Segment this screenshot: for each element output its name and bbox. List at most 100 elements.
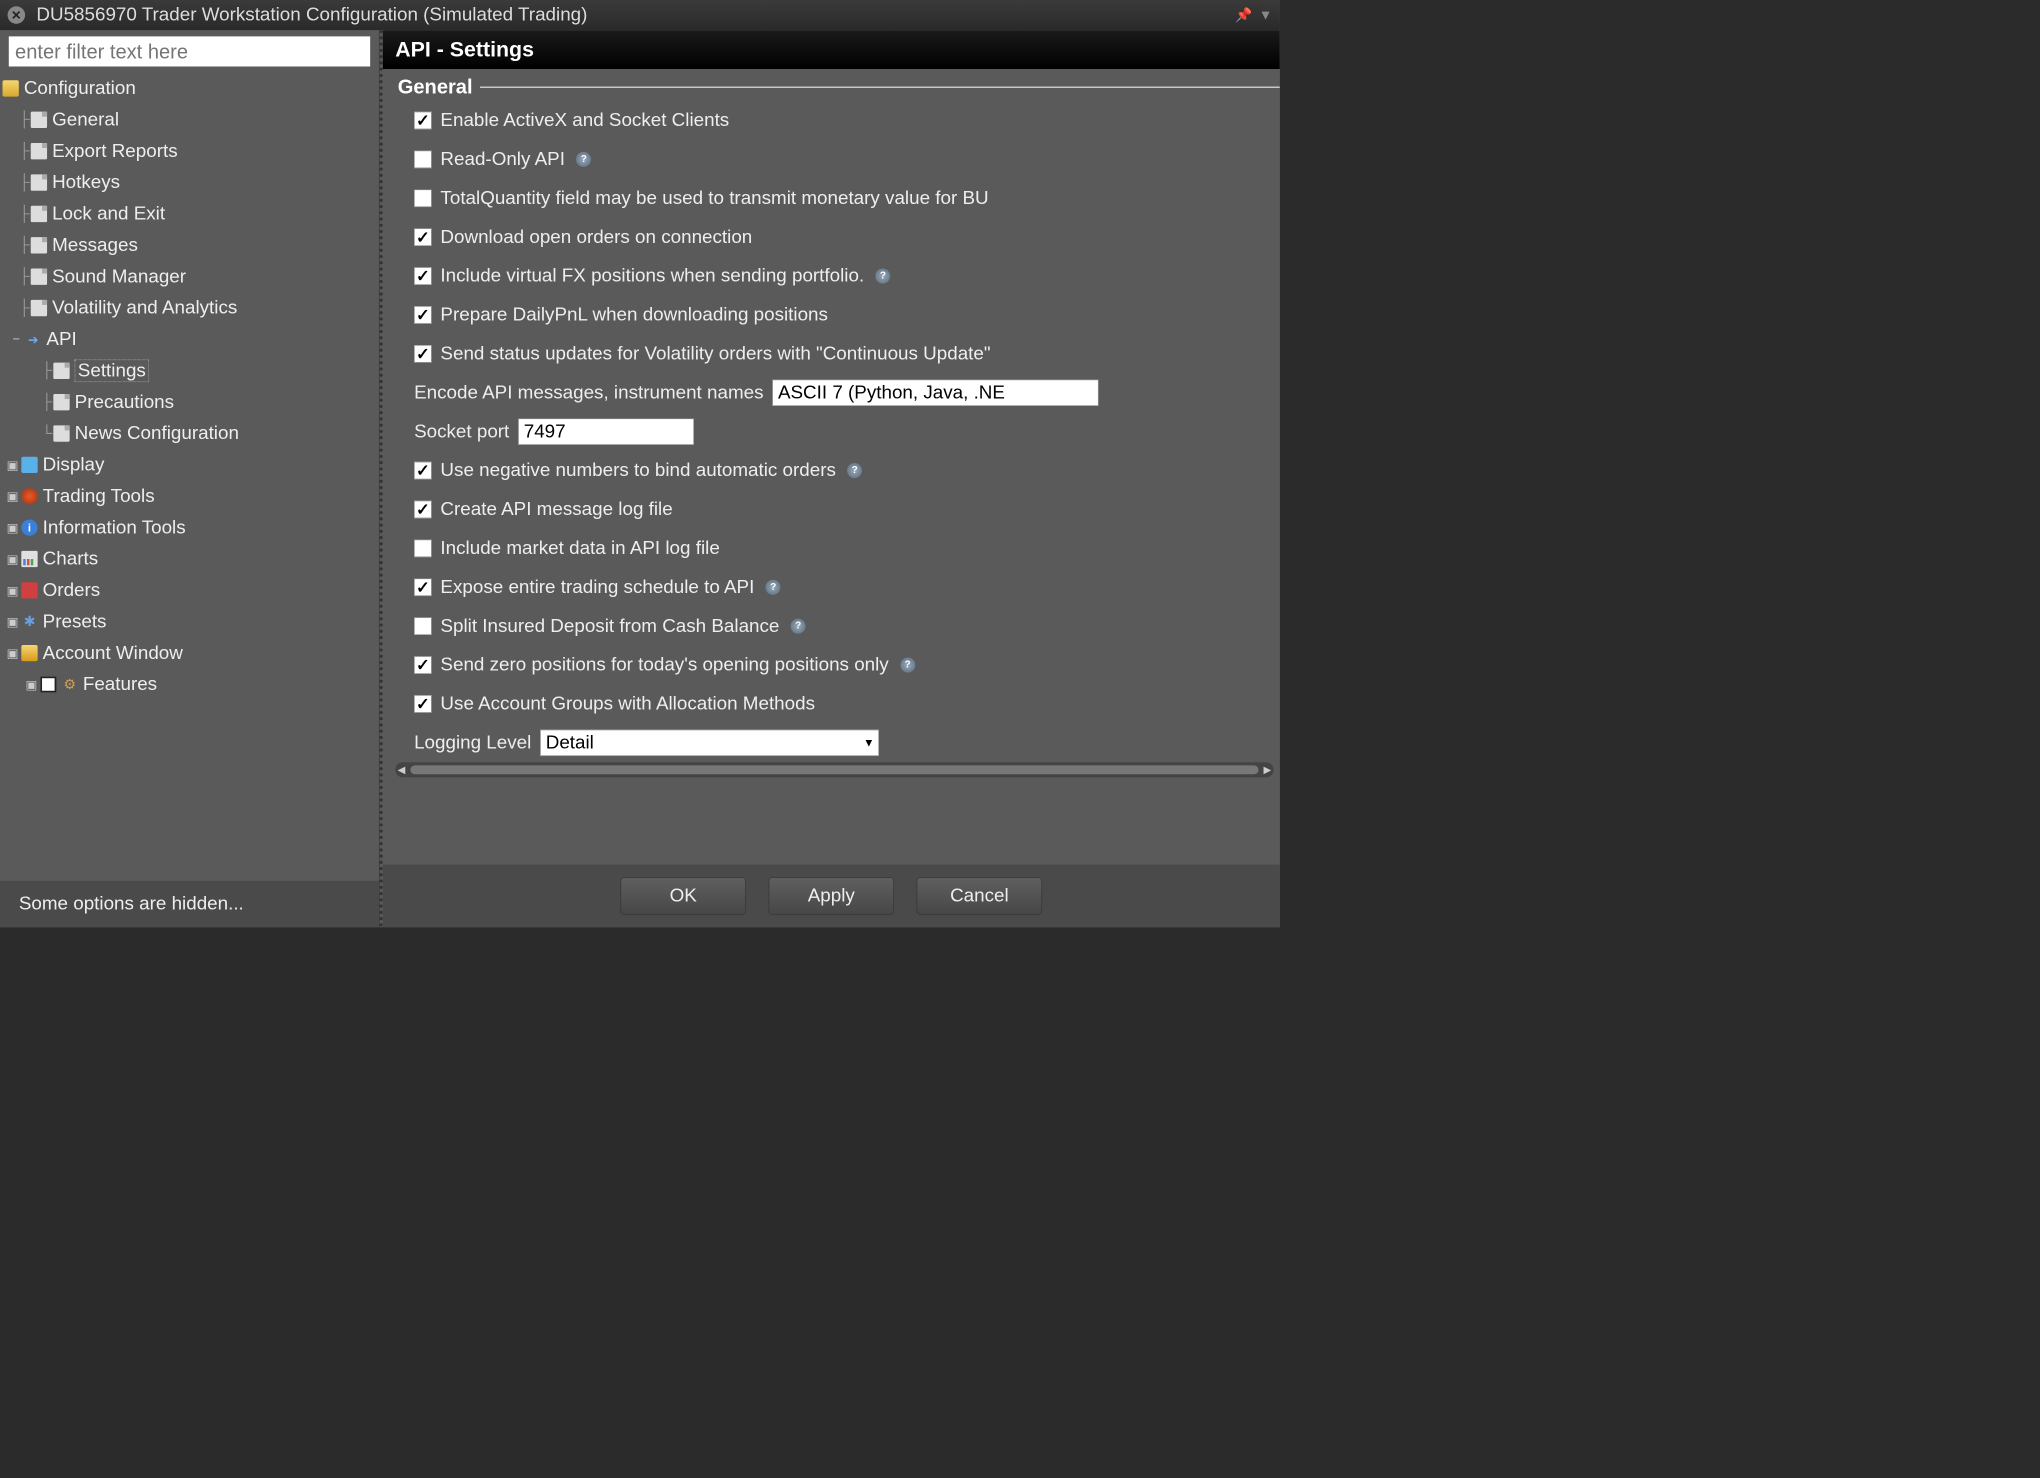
checkbox[interactable] [414, 189, 432, 207]
page-icon [31, 206, 47, 222]
checkbox[interactable] [414, 540, 432, 558]
tree-elbow-icon: ├ [19, 111, 30, 129]
help-icon[interactable]: ? [847, 463, 862, 478]
tree-node-presets[interactable]: ▣✱ Presets [0, 606, 379, 637]
scrollbar-thumb[interactable] [410, 765, 1258, 774]
checkbox[interactable] [414, 151, 432, 169]
option-row: Enable ActiveX and Socket Clients [414, 101, 1280, 140]
checkbox-label: Send zero positions for today's opening … [440, 654, 888, 675]
checkbox[interactable] [414, 112, 432, 130]
checkbox-label: Split Insured Deposit from Cash Balance [440, 615, 779, 636]
tree-node-messages[interactable]: ├Messages [0, 230, 379, 261]
help-icon[interactable]: ? [900, 658, 915, 673]
page-icon [53, 394, 69, 410]
option-row: Send status updates for Volatility order… [414, 334, 1280, 373]
tree-label: Presets [43, 611, 107, 632]
tree-node-orders[interactable]: ▣Orders [0, 575, 379, 606]
expand-icon[interactable]: ▣ [6, 488, 19, 504]
tree-label: Export Reports [52, 141, 178, 162]
tree-node-hotkeys[interactable]: ├Hotkeys [0, 167, 379, 198]
collapse-icon[interactable]: − [10, 332, 23, 346]
tree-node-general[interactable]: ├General [0, 104, 379, 135]
title-bar: ✕ DU5856970 Trader Workstation Configura… [0, 0, 1280, 30]
page-icon [31, 237, 47, 253]
checkbox[interactable] [414, 462, 432, 480]
help-icon[interactable]: ? [791, 619, 806, 634]
checkbox-label: Enable ActiveX and Socket Clients [440, 110, 729, 131]
expand-icon[interactable]: ▣ [6, 645, 19, 661]
tree-node-features[interactable]: ▣ ⚙ Features [0, 669, 379, 700]
tree-node-settings[interactable]: ├Settings [0, 355, 379, 386]
tree-node-account-window[interactable]: ▣ Account Window [0, 637, 379, 668]
tree-node-information-tools[interactable]: ▣i Information Tools [0, 512, 379, 543]
help-icon[interactable]: ? [576, 152, 591, 167]
page-icon [31, 112, 47, 128]
checkbox[interactable] [414, 501, 432, 519]
option-row: Include market data in API log file [414, 529, 1280, 568]
chevron-down-icon[interactable]: ▼ [1259, 7, 1273, 23]
tree-node-display[interactable]: ▣ Display [0, 449, 379, 480]
folder-icon [3, 80, 19, 96]
tree-label: Account Window [43, 642, 183, 663]
checkbox[interactable] [414, 306, 432, 324]
expand-icon[interactable]: ▣ [6, 520, 19, 536]
expand-icon[interactable]: ▣ [25, 677, 38, 693]
pin-icon[interactable]: 📌 [1235, 7, 1252, 23]
tree-node-charts[interactable]: ▣Charts [0, 543, 379, 574]
tree-label: News Configuration [75, 423, 239, 444]
tree-label: Display [43, 454, 105, 475]
tree-node-api[interactable]: − ➔ API [0, 324, 379, 355]
tree-node-sound-manager[interactable]: ├Sound Manager [0, 261, 379, 292]
page-icon [53, 363, 69, 379]
tree-node-precautions[interactable]: ├Precautions [0, 386, 379, 417]
tree-node-export-reports[interactable]: ├ Export Reports [0, 136, 379, 167]
account-icon [21, 645, 37, 661]
info-icon: i [21, 519, 37, 535]
ok-button[interactable]: OK [620, 877, 745, 915]
tree-elbow-icon: ├ [41, 362, 52, 380]
cancel-button[interactable]: Cancel [917, 877, 1042, 915]
help-icon[interactable]: ? [766, 580, 781, 595]
page-icon [53, 425, 69, 441]
presets-icon: ✱ [21, 614, 37, 630]
expand-icon[interactable]: ▣ [6, 583, 19, 599]
checkbox[interactable] [414, 345, 432, 363]
button-bar: OK Apply Cancel [383, 865, 1280, 928]
checkbox-label: Include market data in API log file [440, 538, 719, 559]
checkbox[interactable] [414, 228, 432, 246]
checkbox[interactable] [414, 267, 432, 285]
tree-elbow-icon: ├ [19, 237, 30, 255]
tree-label: Information Tools [43, 517, 186, 538]
socket-port-input[interactable] [518, 418, 694, 444]
expand-icon[interactable]: ▣ [6, 614, 19, 630]
checkbox[interactable] [414, 617, 432, 635]
encoding-select[interactable]: ASCII 7 (Python, Java, .NE [772, 380, 1098, 406]
tree-node-news-configuration[interactable]: └ News Configuration [0, 418, 379, 449]
checkbox[interactable] [414, 695, 432, 713]
tree-node-volatility-and-analytics[interactable]: ├Volatility and Analytics [0, 292, 379, 323]
tree-elbow-icon: ├ [19, 142, 30, 160]
scroll-left-icon[interactable]: ◀ [395, 764, 408, 777]
tree-node-lock-and-exit[interactable]: ├Lock and Exit [0, 198, 379, 229]
apply-button[interactable]: Apply [769, 877, 894, 915]
option-row: Send zero positions for today's opening … [414, 646, 1280, 685]
filter-input[interactable] [9, 36, 370, 66]
tree-label: Lock and Exit [52, 203, 165, 224]
tree-node-configuration[interactable]: Configuration [0, 73, 379, 104]
expand-icon[interactable]: ▣ [6, 551, 19, 567]
horizontal-scrollbar[interactable]: ◀ ▶ [395, 762, 1273, 777]
option-row: Download open orders on connection [414, 218, 1280, 257]
tree-node-trading-tools[interactable]: ▣Trading Tools [0, 481, 379, 512]
checkbox[interactable] [414, 578, 432, 596]
tree-elbow-icon: ├ [19, 174, 30, 192]
scroll-right-icon[interactable]: ▶ [1261, 764, 1274, 777]
arrow-icon: ➔ [25, 331, 41, 347]
checkbox-label: Create API message log file [440, 499, 672, 520]
close-icon[interactable]: ✕ [8, 6, 26, 24]
checkbox[interactable] [414, 656, 432, 674]
logging-level-select[interactable]: Detail▼ [540, 730, 879, 756]
expand-icon[interactable]: ▣ [6, 457, 19, 473]
help-icon[interactable]: ? [875, 269, 890, 284]
trading-icon [21, 488, 37, 504]
tree-elbow-icon: └ [41, 425, 52, 443]
